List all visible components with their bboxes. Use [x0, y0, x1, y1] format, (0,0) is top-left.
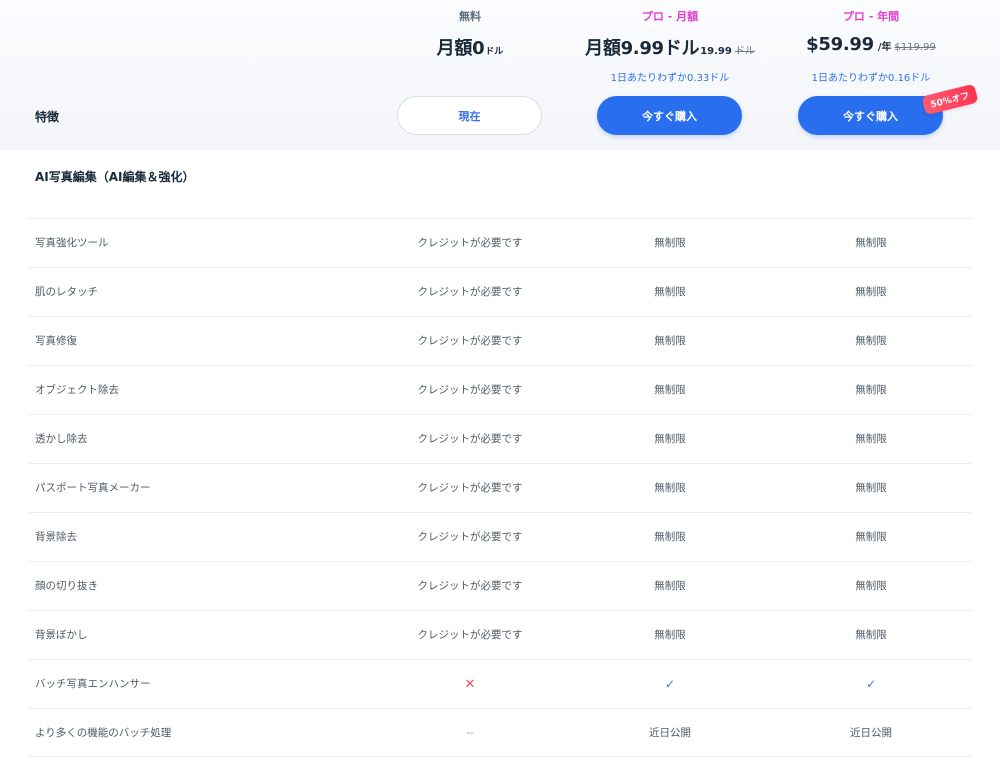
plan-monthly-name: プロ - 月額 [641, 10, 699, 23]
free-value: クレジットが必要です [417, 433, 523, 445]
current-plan-button[interactable]: 現在 [397, 96, 542, 135]
plan-monthly-price-main: 月額9.99ドル [585, 38, 700, 59]
feature-name: 写真強化ツール [35, 237, 109, 249]
table-row: オブジェクト除去 クレジットが必要です 無制限 無制限 [28, 365, 972, 414]
table-row: 透かし除去 クレジットが必要です 無制限 無制限 [28, 414, 972, 463]
yearly-value: 無制限 [855, 433, 887, 445]
table-row: 顔の切り抜き クレジットが必要です 無制限 無制限 [28, 561, 972, 610]
monthly-value: 無制限 [654, 629, 686, 641]
monthly-value: 無制限 [654, 433, 686, 445]
yearly-value: 無制限 [855, 580, 887, 592]
check-icon: ✓ [865, 677, 877, 691]
yearly-value: 無制限 [855, 335, 887, 347]
free-value: クレジットが必要です [417, 482, 523, 494]
plan-monthly-price: 月額9.99ドル 19.99 ドル [570, 34, 770, 60]
free-value: クレジットが必要です [417, 237, 523, 249]
cross-icon: ✕ [464, 677, 476, 692]
monthly-value: 無制限 [654, 580, 686, 592]
plan-yearly-name: プロ - 年間 [842, 10, 900, 23]
features-column-label: 特徴 [35, 110, 60, 124]
yearly-value: 無制限 [855, 237, 887, 249]
feature-name: 背景除去 [35, 531, 77, 543]
monthly-value: 無制限 [654, 531, 686, 543]
check-icon: ✓ [664, 677, 676, 691]
monthly-value: 無制限 [654, 384, 686, 396]
feature-name: より多くの機能のバッチ処理 [35, 727, 172, 739]
plan-free-price-main: 月額0 [436, 38, 485, 59]
buy-yearly-button[interactable]: 今すぐ購入 [798, 96, 943, 135]
table-row: 写真修復 クレジットが必要です 無制限 無制限 [28, 316, 972, 365]
free-value: クレジットが必要です [417, 384, 523, 396]
free-value: クレジットが必要です [417, 335, 523, 347]
monthly-value: 無制限 [654, 286, 686, 298]
plan-yearly-price: $59.99 /年 $119.99 [771, 34, 971, 55]
monthly-value: 無制限 [654, 335, 686, 347]
feature-name: パスポート写真メーカー [35, 482, 151, 494]
yearly-value: 近日公開 [850, 727, 892, 739]
plan-free-price-unit: ドル [485, 47, 504, 57]
plan-free-name: 無料 [459, 10, 481, 23]
plan-monthly-daily-note: 1日あたりわずか0.33ドル [610, 73, 730, 84]
yearly-value: 無制限 [855, 286, 887, 298]
feature-name: バッチ写真エンハンサー [35, 678, 151, 690]
monthly-value: 近日公開 [649, 727, 691, 739]
plan-yearly-per: /年 [877, 42, 892, 53]
plan-yearly-original-price: $119.99 [894, 42, 936, 53]
table-row: より多くの機能のバッチ処理 -- 近日公開 近日公開 [28, 708, 972, 757]
yearly-value: 無制限 [855, 531, 887, 543]
feature-name: 肌のレタッチ [35, 286, 98, 298]
feature-name: 顔の切り抜き [35, 580, 98, 592]
feature-name: 写真修復 [35, 335, 77, 347]
monthly-value: 無制限 [654, 482, 686, 494]
plan-yearly-daily-note: 1日あたりわずか0.16ドル [811, 73, 931, 84]
plan-free-price: 月額0 ドル [370, 34, 570, 60]
free-value: -- [466, 727, 474, 739]
yearly-value: 無制限 [855, 629, 887, 641]
table-row: 背景除去 クレジットが必要です 無制限 無制限 [28, 512, 972, 561]
yearly-value: 無制限 [855, 384, 887, 396]
table-row: 肌のレタッチ クレジットが必要です 無制限 無制限 [28, 267, 972, 316]
table-row: 写真強化ツール クレジットが必要です 無制限 無制限 [28, 218, 972, 267]
free-value: クレジットが必要です [417, 629, 523, 641]
plan-monthly-struck-unit: ドル [734, 46, 755, 57]
feature-table: 写真強化ツール クレジットが必要です 無制限 無制限 肌のレタッチ クレジットが… [28, 218, 972, 757]
section-title: AI写真編集（AI編集＆強化） [35, 170, 195, 184]
table-row: バッチ写真エンハンサー ✕ ✓ ✓ [28, 659, 972, 708]
plan-monthly-original-price: 19.99 [700, 46, 732, 57]
feature-name: 透かし除去 [35, 433, 88, 445]
free-value: クレジットが必要です [417, 580, 523, 592]
feature-name: 背景ぼかし [35, 629, 88, 641]
table-row: パスポート写真メーカー クレジットが必要です 無制限 無制限 [28, 463, 972, 512]
monthly-value: 無制限 [654, 237, 686, 249]
table-row: 背景ぼかし クレジットが必要です 無制限 無制限 [28, 610, 972, 659]
yearly-value: 無制限 [855, 482, 887, 494]
free-value: クレジットが必要です [417, 286, 523, 298]
feature-name: オブジェクト除去 [35, 384, 119, 396]
buy-monthly-button[interactable]: 今すぐ購入 [597, 96, 742, 135]
plan-yearly-price-main: $59.99 [806, 34, 874, 55]
free-value: クレジットが必要です [417, 531, 523, 543]
